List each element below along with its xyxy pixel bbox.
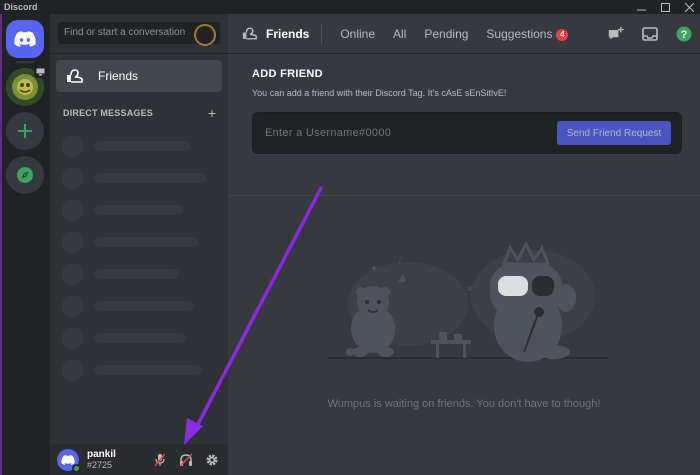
svg-text:?: ? (681, 29, 688, 41)
wumpus-illustration: ✦ ✕ / (328, 240, 608, 362)
dm-placeholder (62, 263, 180, 285)
server-rail (2, 14, 48, 475)
user-controls (152, 452, 220, 468)
app-title: Discord (4, 2, 38, 12)
dm-placeholder (62, 327, 186, 349)
tab-suggestions[interactable]: Suggestions 4 (486, 26, 569, 41)
search-area: Find or start a conversation (50, 14, 228, 54)
cursor-highlight-ring (194, 24, 216, 46)
settings-button[interactable] (204, 452, 220, 468)
dm-sidebar: Find or start a conversation Friends DIR… (50, 14, 228, 475)
send-friend-request-button[interactable]: Send Friend Request (557, 121, 671, 145)
page-title-text: Friends (266, 26, 310, 41)
main-content: Friends Online All Pending Suggestions4 (228, 14, 700, 475)
discord-logo-icon (61, 454, 75, 465)
dm-placeholder (62, 135, 190, 157)
page-title: Friends (242, 23, 323, 44)
title-bar: Discord (0, 0, 700, 14)
deafen-button[interactable] (178, 452, 194, 468)
rail-separator (16, 61, 34, 63)
friends-icon (242, 27, 257, 40)
compass-icon (17, 167, 33, 183)
dm-header-title: DIRECT MESSAGES (63, 108, 154, 118)
dm-placeholder (62, 359, 202, 381)
sidebar-item-label: Friends (98, 69, 139, 83)
empty-state-message: Wumpus is waiting on friends. You don't … (327, 398, 601, 410)
dm-placeholder (62, 167, 206, 189)
dm-placeholder (62, 295, 194, 317)
toolbar-icons: ? (608, 26, 692, 42)
server-icon[interactable] (6, 66, 46, 106)
tab-suggestions-label: Suggestions (486, 26, 553, 41)
sidebar-item-friends[interactable]: Friends (56, 60, 222, 92)
friends-toolbar: Friends Online All Pending Suggestions4 (228, 14, 700, 54)
dm-placeholder (62, 199, 184, 221)
add-friend-form: Enter a Username#0000 Send Friend Reques… (252, 112, 682, 154)
tab-online[interactable]: Online (340, 27, 375, 41)
username-input[interactable]: Enter a Username#0000 (265, 127, 391, 139)
online-status-dot (72, 463, 81, 473)
gear-icon (206, 454, 218, 466)
user-info: pankil #2725 (87, 449, 116, 471)
inbox-icon (642, 27, 658, 41)
dm-header: DIRECT MESSAGES + (50, 106, 228, 120)
discord-logo-icon (14, 31, 36, 47)
tab-all[interactable]: All (393, 27, 406, 41)
suggestions-count-badge: 4 (556, 28, 569, 41)
new-group-dm-button[interactable] (608, 26, 624, 42)
plus-icon (18, 124, 32, 138)
dm-placeholder (62, 231, 198, 253)
avatar[interactable] (57, 448, 81, 473)
add-friend-section: ADD FRIEND You can add a friend with the… (228, 54, 700, 196)
username: pankil (87, 448, 116, 460)
tab-pending[interactable]: Pending (424, 27, 468, 41)
server-status-badge (34, 66, 46, 78)
maximize-icon[interactable] (660, 2, 670, 12)
microphone-muted-icon (154, 453, 166, 467)
create-dm-button[interactable]: + (208, 106, 216, 120)
inbox-button[interactable] (642, 26, 658, 42)
window-controls (636, 0, 694, 14)
add-friend-description: You can add a friend with their Discord … (252, 88, 507, 98)
svg-text:✕: ✕ (466, 285, 474, 295)
add-server-button[interactable] (6, 112, 44, 150)
svg-text:✦: ✦ (370, 264, 378, 275)
minimize-icon[interactable] (636, 2, 646, 12)
close-icon[interactable] (684, 2, 694, 12)
user-tag: #2725 (87, 459, 113, 470)
home-button[interactable] (6, 20, 44, 58)
add-friend-title: ADD FRIEND (252, 68, 323, 80)
friends-icon (67, 69, 83, 83)
explore-servers-button[interactable] (6, 156, 44, 194)
mute-button[interactable] (152, 452, 168, 468)
headphones-muted-icon (179, 453, 193, 467)
help-button[interactable]: ? (676, 26, 692, 42)
new-message-icon (608, 26, 624, 40)
help-icon: ? (676, 26, 692, 42)
user-panel: pankil #2725 (50, 444, 228, 475)
